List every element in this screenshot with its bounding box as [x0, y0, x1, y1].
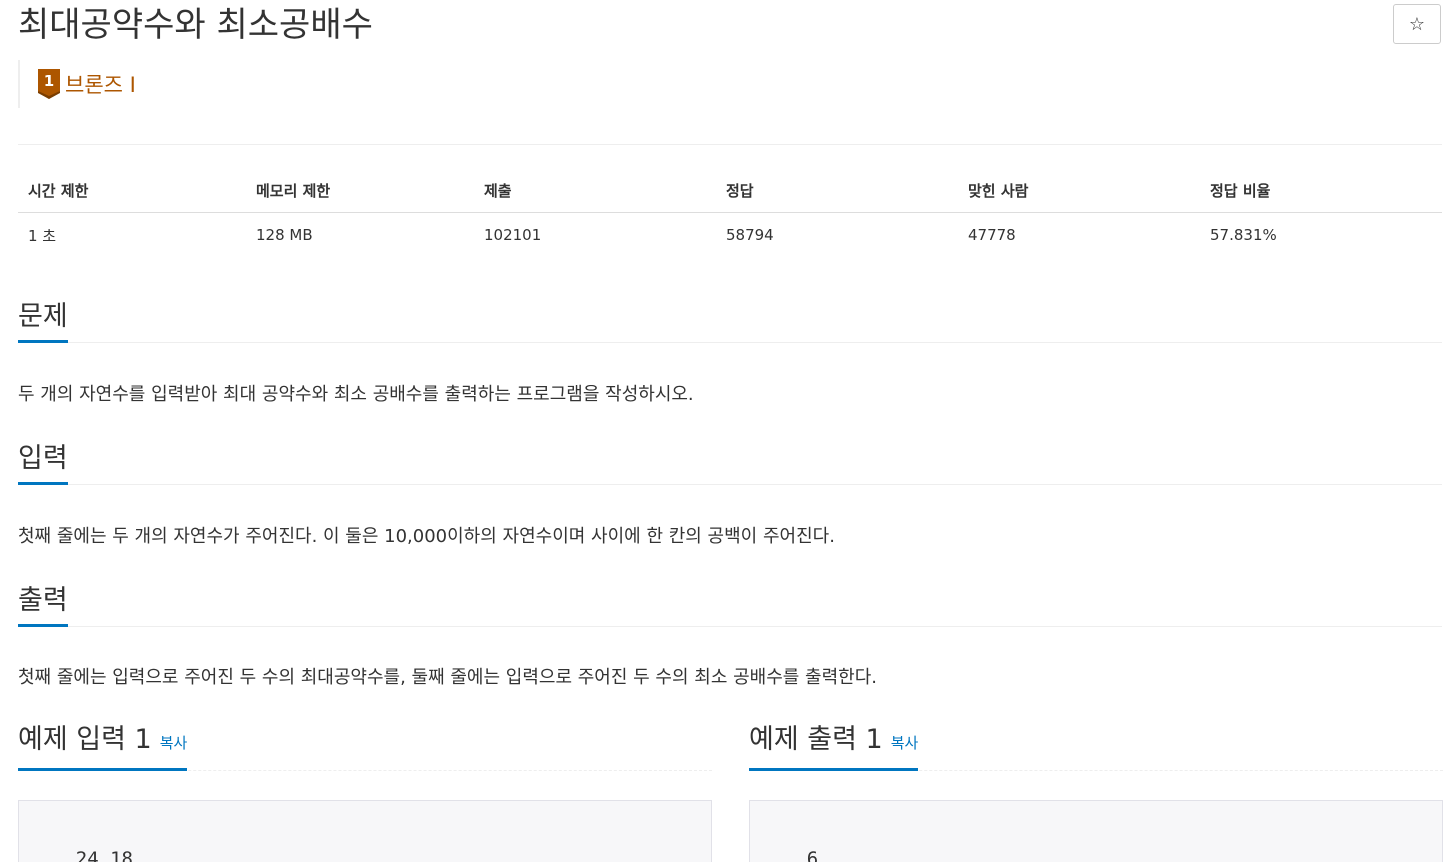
- description-section-header: 문제: [18, 298, 1442, 343]
- sample-output-content: 6 72: [806, 848, 819, 862]
- copy-sample-input-button[interactable]: 복사: [160, 734, 188, 752]
- output-section-header: 출력: [18, 582, 1442, 627]
- header-solved-users: 맞힌 사람: [958, 168, 1200, 213]
- input-text: 첫째 줄에는 두 개의 자연수가 주어진다. 이 둘은 10,000이하의 자연…: [18, 526, 835, 547]
- header-submissions: 제출: [474, 168, 716, 213]
- header-accept-ratio: 정답 비율: [1200, 168, 1442, 213]
- sample-input-heading: 예제 입력 1: [18, 724, 152, 755]
- output-text: 첫째 줄에는 입력으로 주어진 두 수의 최대공약수를, 둘째 줄에는 입력으로…: [18, 667, 878, 688]
- sample-output-heading: 예제 출력 1: [749, 724, 883, 755]
- value-accepted: 58794: [726, 226, 774, 244]
- table-row: 1 초 128 MB 102101 58794 47778 57.831%: [18, 213, 1442, 258]
- table-header-row: 시간 제한 메모리 제한 제출 정답 맞힌 사람 정답 비율: [18, 168, 1442, 213]
- problem-info-table: 시간 제한 메모리 제한 제출 정답 맞힌 사람 정답 비율 1 초 128 M…: [18, 168, 1442, 257]
- sample-output-box[interactable]: 6 72: [749, 800, 1443, 862]
- header-memory-limit: 메모리 제한: [246, 168, 474, 213]
- input-section-header: 입력: [18, 440, 1442, 485]
- output-heading: 출력: [18, 582, 68, 627]
- sample-input-heading-wrap: 예제 입력 1 복사: [18, 718, 188, 771]
- sample-output-heading-wrap: 예제 출력 1 복사: [749, 718, 919, 771]
- header-accepted: 정답: [716, 168, 958, 213]
- copy-sample-output-button[interactable]: 복사: [891, 734, 919, 752]
- tier-number: 1: [44, 72, 54, 90]
- description-heading: 문제: [18, 298, 68, 343]
- input-heading: 입력: [18, 440, 68, 485]
- tier-badge: 1 브론즈 I: [18, 60, 136, 108]
- value-submissions[interactable]: 102101: [474, 213, 716, 258]
- value-accept-ratio: 57.831%: [1210, 226, 1277, 244]
- header-time-limit: 시간 제한: [18, 168, 246, 213]
- value-solved-users[interactable]: 47778: [958, 213, 1200, 258]
- sample-input-box[interactable]: 24 18: [18, 800, 712, 862]
- tier-label[interactable]: 브론즈 I: [65, 69, 136, 99]
- bronze-tier-icon: 1: [38, 69, 60, 99]
- sample-input-content: 24 18: [75, 848, 133, 862]
- value-memory-limit: 128 MB: [256, 226, 313, 244]
- star-icon: ☆: [1408, 13, 1426, 35]
- description-text: 두 개의 자연수를 입력받아 최대 공약수와 최소 공배수를 출력하는 프로그램…: [18, 384, 694, 405]
- divider: [18, 144, 1442, 145]
- value-time-limit: 1 초: [28, 226, 57, 245]
- page-title: 최대공약수와 최소공배수: [18, 5, 373, 45]
- star-button[interactable]: ☆: [1393, 4, 1441, 44]
- sample-input-header: 예제 입력 1 복사: [18, 718, 712, 771]
- sample-output-header: 예제 출력 1 복사: [749, 718, 1443, 771]
- problem-page: 최대공약수와 최소공배수 ☆ 1 브론즈 I 시간 제한 메모리 제한 제출 정…: [0, 0, 1450, 862]
